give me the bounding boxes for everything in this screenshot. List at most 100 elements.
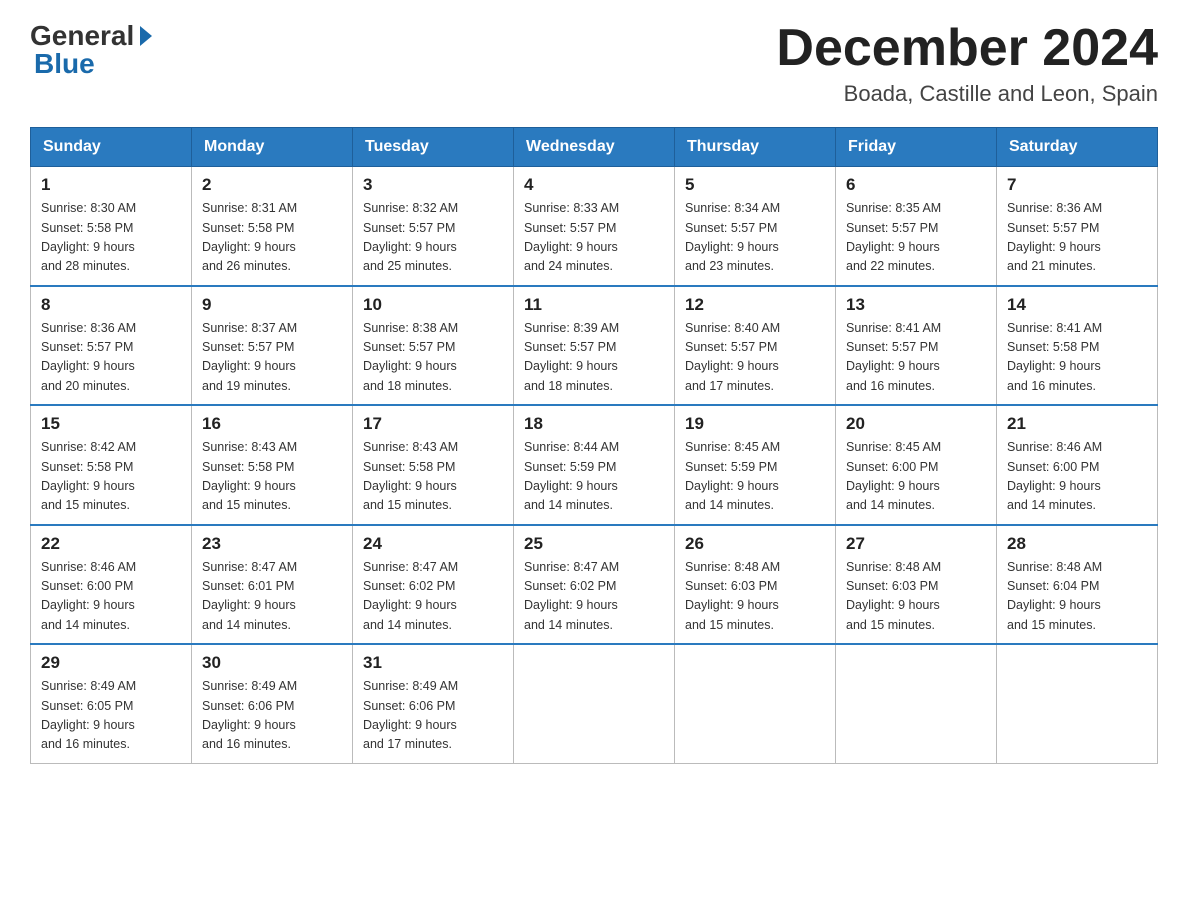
calendar-cell: 12 Sunrise: 8:40 AMSunset: 5:57 PMDayligh… <box>675 286 836 406</box>
calendar-cell: 27 Sunrise: 8:48 AMSunset: 6:03 PMDayligh… <box>836 525 997 645</box>
weekday-header-friday: Friday <box>836 128 997 167</box>
calendar-cell: 31Sunrise: 8:49 AMSunset: 6:06 PMDayligh… <box>353 644 514 763</box>
calendar-cell: 20Sunrise: 8:45 AMSunset: 6:00 PMDayligh… <box>836 405 997 525</box>
day-number: 21 <box>1007 414 1147 434</box>
day-number: 23 <box>202 534 342 554</box>
weekday-header-saturday: Saturday <box>997 128 1158 167</box>
calendar-cell: 6 Sunrise: 8:35 AMSunset: 5:57 PMDaylight… <box>836 167 997 286</box>
day-number: 18 <box>524 414 664 434</box>
day-number: 5 <box>685 175 825 195</box>
day-info: Sunrise: 8:48 AMSunset: 6:03 PMDaylight:… <box>685 558 825 636</box>
day-number: 25 <box>524 534 664 554</box>
day-number: 26 <box>685 534 825 554</box>
calendar-cell <box>836 644 997 763</box>
day-info: Sunrise: 8:48 AMSunset: 6:04 PMDaylight:… <box>1007 558 1147 636</box>
calendar-cell: 25 Sunrise: 8:47 AMSunset: 6:02 PMDayligh… <box>514 525 675 645</box>
calendar-week-row: 1Sunrise: 8:30 AMSunset: 5:58 PMDaylight… <box>31 167 1158 286</box>
day-info: Sunrise: 8:43 AMSunset: 5:58 PMDaylight:… <box>202 438 342 516</box>
calendar-cell: 4Sunrise: 8:33 AMSunset: 5:57 PMDaylight… <box>514 167 675 286</box>
day-info: Sunrise: 8:45 AMSunset: 5:59 PMDaylight:… <box>685 438 825 516</box>
day-info: Sunrise: 8:41 AMSunset: 5:58 PMDaylight:… <box>1007 319 1147 397</box>
weekday-header-wednesday: Wednesday <box>514 128 675 167</box>
day-number: 24 <box>363 534 503 554</box>
day-number: 11 <box>524 295 664 315</box>
day-info: Sunrise: 8:41 AMSunset: 5:57 PMDaylight:… <box>846 319 986 397</box>
day-info: Sunrise: 8:48 AMSunset: 6:03 PMDaylight:… <box>846 558 986 636</box>
calendar-cell <box>997 644 1158 763</box>
calendar-cell: 26 Sunrise: 8:48 AMSunset: 6:03 PMDayligh… <box>675 525 836 645</box>
logo-arrow-icon <box>140 26 152 46</box>
day-number: 27 <box>846 534 986 554</box>
calendar-cell: 7 Sunrise: 8:36 AMSunset: 5:57 PMDaylight… <box>997 167 1158 286</box>
weekday-header-sunday: Sunday <box>31 128 192 167</box>
day-info: Sunrise: 8:35 AMSunset: 5:57 PMDaylight:… <box>846 199 986 277</box>
day-info: Sunrise: 8:47 AMSunset: 6:01 PMDaylight:… <box>202 558 342 636</box>
day-info: Sunrise: 8:36 AMSunset: 5:57 PMDaylight:… <box>41 319 181 397</box>
calendar-cell: 28 Sunrise: 8:48 AMSunset: 6:04 PMDayligh… <box>997 525 1158 645</box>
calendar-week-row: 22Sunrise: 8:46 AMSunset: 6:00 PMDayligh… <box>31 525 1158 645</box>
day-number: 3 <box>363 175 503 195</box>
day-number: 16 <box>202 414 342 434</box>
calendar-cell: 17 Sunrise: 8:43 AMSunset: 5:58 PMDayligh… <box>353 405 514 525</box>
day-number: 19 <box>685 414 825 434</box>
day-info: Sunrise: 8:34 AMSunset: 5:57 PMDaylight:… <box>685 199 825 277</box>
calendar-cell: 19 Sunrise: 8:45 AMSunset: 5:59 PMDayligh… <box>675 405 836 525</box>
calendar-week-row: 8Sunrise: 8:36 AMSunset: 5:57 PMDaylight… <box>31 286 1158 406</box>
day-number: 22 <box>41 534 181 554</box>
day-info: Sunrise: 8:46 AMSunset: 6:00 PMDaylight:… <box>1007 438 1147 516</box>
day-number: 17 <box>363 414 503 434</box>
day-info: Sunrise: 8:39 AMSunset: 5:57 PMDaylight:… <box>524 319 664 397</box>
calendar-cell: 15 Sunrise: 8:42 AMSunset: 5:58 PMDayligh… <box>31 405 192 525</box>
calendar-cell: 3 Sunrise: 8:32 AMSunset: 5:57 PMDaylight… <box>353 167 514 286</box>
day-info: Sunrise: 8:33 AMSunset: 5:57 PMDaylight:… <box>524 199 664 277</box>
day-number: 15 <box>41 414 181 434</box>
calendar-cell: 18 Sunrise: 8:44 AMSunset: 5:59 PMDayligh… <box>514 405 675 525</box>
calendar-cell: 9 Sunrise: 8:37 AMSunset: 5:57 PMDaylight… <box>192 286 353 406</box>
calendar-cell: 24Sunrise: 8:47 AMSunset: 6:02 PMDayligh… <box>353 525 514 645</box>
day-number: 12 <box>685 295 825 315</box>
day-number: 10 <box>363 295 503 315</box>
day-info: Sunrise: 8:37 AMSunset: 5:57 PMDaylight:… <box>202 319 342 397</box>
day-number: 30 <box>202 653 342 673</box>
day-info: Sunrise: 8:36 AMSunset: 5:57 PMDaylight:… <box>1007 199 1147 277</box>
calendar-cell: 1Sunrise: 8:30 AMSunset: 5:58 PMDaylight… <box>31 167 192 286</box>
day-number: 29 <box>41 653 181 673</box>
calendar-cell: 8Sunrise: 8:36 AMSunset: 5:57 PMDaylight… <box>31 286 192 406</box>
day-info: Sunrise: 8:45 AMSunset: 6:00 PMDaylight:… <box>846 438 986 516</box>
calendar-location: Boada, Castille and Leon, Spain <box>776 81 1158 107</box>
calendar-cell: 2Sunrise: 8:31 AMSunset: 5:58 PMDaylight… <box>192 167 353 286</box>
day-info: Sunrise: 8:30 AMSunset: 5:58 PMDaylight:… <box>41 199 181 277</box>
calendar-cell: 22Sunrise: 8:46 AMSunset: 6:00 PMDayligh… <box>31 525 192 645</box>
logo-blue-text: Blue <box>34 48 95 80</box>
day-number: 9 <box>202 295 342 315</box>
day-number: 6 <box>846 175 986 195</box>
day-info: Sunrise: 8:44 AMSunset: 5:59 PMDaylight:… <box>524 438 664 516</box>
day-info: Sunrise: 8:31 AMSunset: 5:58 PMDaylight:… <box>202 199 342 277</box>
title-section: December 2024 Boada, Castille and Leon, … <box>776 20 1158 107</box>
day-info: Sunrise: 8:49 AMSunset: 6:06 PMDaylight:… <box>202 677 342 755</box>
calendar-header-row: SundayMondayTuesdayWednesdayThursdayFrid… <box>31 128 1158 167</box>
day-number: 31 <box>363 653 503 673</box>
calendar-table: SundayMondayTuesdayWednesdayThursdayFrid… <box>30 127 1158 764</box>
page-header: General Blue December 2024 Boada, Castil… <box>30 20 1158 107</box>
day-info: Sunrise: 8:32 AMSunset: 5:57 PMDaylight:… <box>363 199 503 277</box>
day-info: Sunrise: 8:49 AMSunset: 6:05 PMDaylight:… <box>41 677 181 755</box>
calendar-cell: 29 Sunrise: 8:49 AMSunset: 6:05 PMDayligh… <box>31 644 192 763</box>
calendar-cell: 13Sunrise: 8:41 AMSunset: 5:57 PMDayligh… <box>836 286 997 406</box>
calendar-cell: 14Sunrise: 8:41 AMSunset: 5:58 PMDayligh… <box>997 286 1158 406</box>
day-info: Sunrise: 8:43 AMSunset: 5:58 PMDaylight:… <box>363 438 503 516</box>
calendar-week-row: 15 Sunrise: 8:42 AMSunset: 5:58 PMDayligh… <box>31 405 1158 525</box>
day-number: 7 <box>1007 175 1147 195</box>
calendar-cell <box>514 644 675 763</box>
calendar-cell: 21 Sunrise: 8:46 AMSunset: 6:00 PMDayligh… <box>997 405 1158 525</box>
calendar-cell: 23 Sunrise: 8:47 AMSunset: 6:01 PMDayligh… <box>192 525 353 645</box>
logo: General Blue <box>30 20 152 80</box>
weekday-header-monday: Monday <box>192 128 353 167</box>
day-info: Sunrise: 8:47 AMSunset: 6:02 PMDaylight:… <box>524 558 664 636</box>
calendar-cell: 30 Sunrise: 8:49 AMSunset: 6:06 PMDayligh… <box>192 644 353 763</box>
day-info: Sunrise: 8:42 AMSunset: 5:58 PMDaylight:… <box>41 438 181 516</box>
calendar-cell <box>675 644 836 763</box>
day-info: Sunrise: 8:40 AMSunset: 5:57 PMDaylight:… <box>685 319 825 397</box>
day-number: 28 <box>1007 534 1147 554</box>
calendar-title: December 2024 <box>776 20 1158 77</box>
